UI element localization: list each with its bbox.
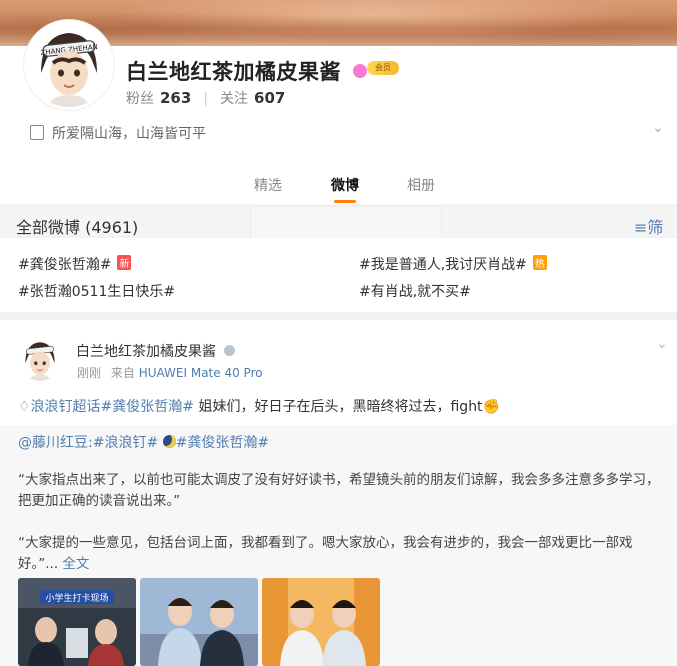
topic-item[interactable]: #有肖战,就不买# bbox=[359, 281, 471, 301]
topic-grid: #龚俊张哲瀚# 新 #我是普通人,我讨厌肖战# 热 #张哲瀚0511生日快乐# #有… bbox=[0, 238, 677, 312]
followers-count[interactable]: 263 bbox=[160, 89, 191, 107]
post-time: 刚刚 bbox=[77, 366, 102, 380]
topic-item[interactable]: #龚俊张哲瀚# 新 bbox=[18, 254, 132, 274]
following-label[interactable]: 关注 bbox=[220, 91, 248, 107]
chevron-down-icon[interactable]: ⌄ bbox=[656, 336, 668, 352]
post-avatar[interactable] bbox=[18, 337, 62, 381]
post-image[interactable] bbox=[140, 578, 258, 666]
fist-emoji-icon: ✊ bbox=[482, 399, 500, 415]
profile-username: 白兰地红茶加橘皮果酱 bbox=[126, 56, 367, 86]
repost-topic-link[interactable]: #浪浪钉# bbox=[93, 435, 158, 451]
post-author-name: 白兰地红茶加橘皮果酱 bbox=[76, 344, 216, 360]
followers-label[interactable]: 粉丝 bbox=[126, 91, 154, 107]
topic-text: #有肖战,就不买# bbox=[359, 284, 471, 300]
full-text-link[interactable]: 全文 bbox=[62, 556, 89, 572]
post-text: ♢浪浪钉超话#龚俊张哲瀚# 姐妹们，好日子在后头，黑暗终将过去，fight✊ bbox=[18, 396, 500, 416]
profile-bio: 所爱隔山海，山海皆可平 bbox=[30, 123, 206, 143]
post-body: 姐妹们，好日子在后头，黑暗终将过去，fight bbox=[198, 399, 483, 415]
post-source[interactable]: HUAWEI Mate 40 Pro bbox=[139, 366, 263, 380]
photo-placeholder: 小学生打卡现场 bbox=[18, 578, 136, 666]
chevron-down-icon[interactable]: ⌄ bbox=[652, 120, 664, 136]
topic-text: #张哲瀚0511生日快乐# bbox=[18, 284, 176, 300]
profile-stats: 粉丝 263 | 关注 607 bbox=[126, 88, 285, 108]
profile-name-text: 白兰地红茶加橘皮果酱 bbox=[126, 60, 341, 84]
image-caption: 小学生打卡现场 bbox=[45, 592, 108, 604]
avatar-illustration bbox=[18, 337, 62, 381]
tab-album[interactable]: 相册 bbox=[407, 175, 435, 195]
topic-item[interactable]: #张哲瀚0511生日快乐# bbox=[18, 281, 175, 301]
moon-emoji-icon bbox=[162, 435, 176, 448]
avatar[interactable]: ZHANG ZHEHAN bbox=[24, 20, 114, 110]
active-tab-indicator bbox=[334, 200, 356, 203]
stats-divider: | bbox=[203, 91, 209, 107]
document-icon bbox=[30, 125, 44, 140]
super-topic-icon: ♢ bbox=[18, 399, 31, 415]
post-author[interactable]: 白兰地红茶加橘皮果酱 bbox=[76, 341, 236, 361]
topic-text: #我是普通人,我讨厌肖战# bbox=[359, 257, 527, 273]
photo-placeholder bbox=[140, 578, 258, 666]
post-source-prefix: 来自 bbox=[110, 366, 135, 380]
tab-weibo[interactable]: 微博 bbox=[331, 175, 359, 195]
member-circle-icon[interactable] bbox=[352, 64, 367, 78]
repost-paragraph-text: “大家提的一些意见，包括台词上面，我都看到了。嗯大家放心，我会有进步的，我会一部… bbox=[18, 535, 633, 572]
post-image[interactable]: 小学生打卡现场 bbox=[18, 578, 136, 666]
repost-header: @藤川红豆:#浪浪钉# #龚俊张哲瀚# bbox=[18, 432, 269, 452]
post-count-label: 全部微博 (4961) bbox=[16, 218, 139, 237]
repost-paragraph: “大家指点出来了，以前也可能太调皮了没有好好读书，希望镜头前的朋友们谅解，我会多… bbox=[18, 472, 660, 509]
topic-text: #龚俊张哲瀚# bbox=[18, 257, 112, 273]
tab-featured[interactable]: 精选 bbox=[254, 175, 282, 195]
repost-paragraph: “大家提的一些意见，包括台词上面，我都看到了。嗯大家放心，我会有进步的，我会一部… bbox=[18, 533, 668, 575]
photo-placeholder bbox=[262, 578, 380, 666]
following-count[interactable]: 607 bbox=[254, 89, 285, 107]
repost-topic-link[interactable]: #龚俊张哲瀚# bbox=[176, 435, 269, 451]
hot-badge: 热 bbox=[532, 255, 547, 270]
super-topic-link[interactable]: 浪浪钉超话#龚俊张哲瀚# bbox=[31, 399, 194, 415]
avatar-illustration: ZHANG ZHEHAN bbox=[27, 23, 111, 107]
filter-icon: ≡ bbox=[634, 218, 648, 237]
vip-badge[interactable]: 会员 bbox=[367, 61, 399, 75]
repost-user-link[interactable]: @藤川红豆: bbox=[18, 435, 93, 451]
blank-patch bbox=[250, 206, 442, 242]
post-meta: 刚刚 来自 HUAWEI Mate 40 Pro bbox=[77, 364, 263, 381]
new-badge: 新 bbox=[117, 255, 132, 270]
bio-text: 所爱隔山海，山海皆可平 bbox=[52, 126, 206, 142]
post-image[interactable] bbox=[262, 578, 380, 666]
topic-item[interactable]: #我是普通人,我讨厌肖战# 热 bbox=[359, 254, 547, 274]
medal-icon bbox=[224, 345, 236, 356]
